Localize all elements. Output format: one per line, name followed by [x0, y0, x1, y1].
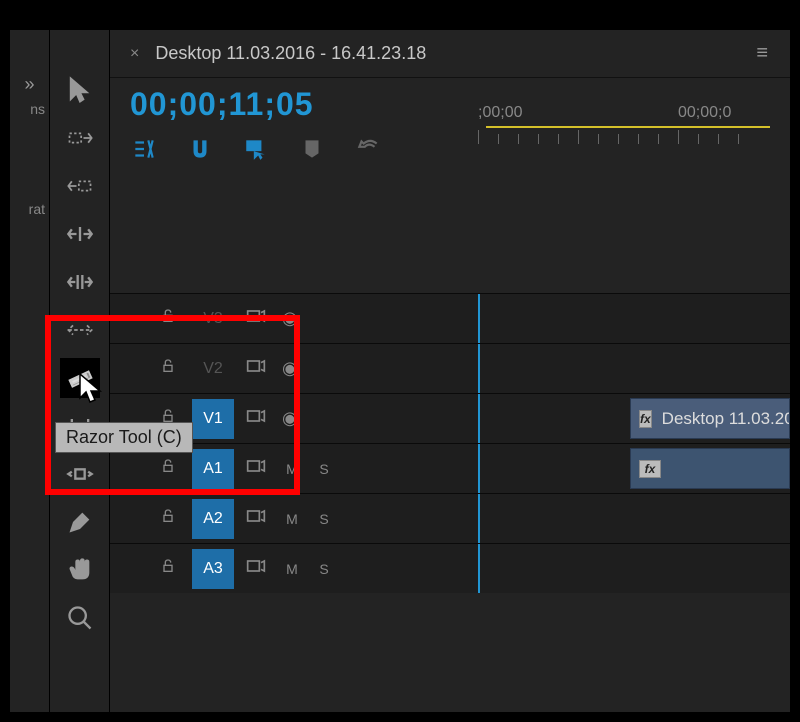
timeline-panel: × Desktop 11.03.2016 - 16.41.23.18 ≡ 00;… [110, 30, 790, 712]
track-label[interactable]: A3 [192, 549, 234, 589]
mute-toggle[interactable]: M [282, 511, 302, 527]
sequence-title[interactable]: Desktop 11.03.2016 - 16.41.23.18 [155, 43, 426, 64]
ripple-edit-tool[interactable] [60, 214, 100, 254]
audio-track-row[interactable]: A3 M S [110, 543, 790, 593]
snap-toggle[interactable] [186, 135, 214, 163]
track-area: V3 ◉ V2 ◉ V1 [110, 293, 790, 593]
lock-track-icon[interactable] [160, 358, 180, 379]
zoom-tool[interactable] [60, 598, 100, 638]
audio-track-row[interactable]: A1 M S fx [110, 443, 790, 493]
expand-panel-icon[interactable]: » [10, 70, 49, 99]
time-ruler[interactable]: ;00;00 00;00;0 [470, 86, 770, 144]
nest-sequence-toggle[interactable] [130, 135, 158, 163]
playhead-indicator[interactable] [486, 126, 770, 128]
sequence-tab-bar: × Desktop 11.03.2016 - 16.41.23.18 ≡ [110, 30, 790, 78]
ruler-label: 00;00;0 [678, 104, 731, 122]
lock-track-icon[interactable] [160, 308, 180, 329]
eye-icon[interactable]: ◉ [282, 308, 298, 329]
pen-tool[interactable] [60, 502, 100, 542]
toggle-output-icon[interactable] [246, 558, 270, 579]
ruler-label: ;00;00 [478, 104, 678, 122]
video-track-row[interactable]: V3 ◉ [110, 293, 790, 343]
panel-menu-icon[interactable]: ≡ [756, 42, 770, 65]
panel-stub-text: ns [10, 99, 49, 119]
razor-tool[interactable] [60, 358, 100, 398]
hand-tool[interactable] [60, 550, 100, 590]
track-select-forward-tool[interactable] [60, 118, 100, 158]
current-timecode[interactable]: 00;00;11;05 [130, 86, 470, 123]
tool-tooltip: Razor Tool (C) [55, 422, 193, 453]
eye-icon[interactable]: ◉ [282, 358, 298, 379]
solo-toggle[interactable]: S [314, 511, 334, 527]
track-label[interactable]: V2 [192, 349, 234, 389]
track-label[interactable]: A1 [192, 449, 234, 489]
toggle-output-icon[interactable] [246, 308, 270, 329]
video-track-row[interactable]: V2 ◉ [110, 343, 790, 393]
panel-stub-text: rat [10, 199, 49, 219]
selection-tool[interactable] [60, 70, 100, 110]
toggle-output-icon[interactable] [246, 408, 270, 429]
add-marker-button[interactable] [298, 135, 326, 163]
rate-stretch-tool[interactable] [60, 310, 100, 350]
audio-track-row[interactable]: A2 M S [110, 493, 790, 543]
fx-badge-icon[interactable]: fx [639, 460, 661, 478]
lock-track-icon[interactable] [160, 508, 180, 529]
toggle-output-icon[interactable] [246, 358, 270, 379]
tool-palette [50, 30, 110, 712]
mute-toggle[interactable]: M [282, 561, 302, 577]
mute-toggle[interactable]: M [282, 461, 302, 477]
toggle-output-icon[interactable] [246, 508, 270, 529]
track-label[interactable]: A2 [192, 499, 234, 539]
solo-toggle[interactable]: S [314, 561, 334, 577]
track-select-backward-tool[interactable] [60, 166, 100, 206]
eye-icon[interactable]: ◉ [282, 408, 298, 429]
toggle-output-icon[interactable] [246, 458, 270, 479]
solo-toggle[interactable]: S [314, 461, 334, 477]
fx-badge-icon[interactable]: fx [639, 410, 652, 428]
rolling-edit-tool[interactable] [60, 262, 100, 302]
audio-clip[interactable]: fx [630, 448, 790, 489]
track-label[interactable]: V3 [192, 299, 234, 339]
lock-track-icon[interactable] [160, 558, 180, 579]
close-tab-button[interactable]: × [130, 45, 139, 63]
video-clip[interactable]: fx Desktop 11.03.20 [630, 398, 790, 439]
clip-name: Desktop 11.03.20 [662, 409, 790, 429]
collapsed-panel-stub: » ns rat [10, 30, 50, 712]
slide-tool[interactable] [60, 454, 100, 494]
linked-selection-toggle[interactable] [242, 135, 270, 163]
timeline-settings-button[interactable] [354, 135, 382, 163]
video-track-row[interactable]: V1 ◉ fx Desktop 11.03.20 [110, 393, 790, 443]
track-label[interactable]: V1 [192, 399, 234, 439]
lock-track-icon[interactable] [160, 458, 180, 479]
